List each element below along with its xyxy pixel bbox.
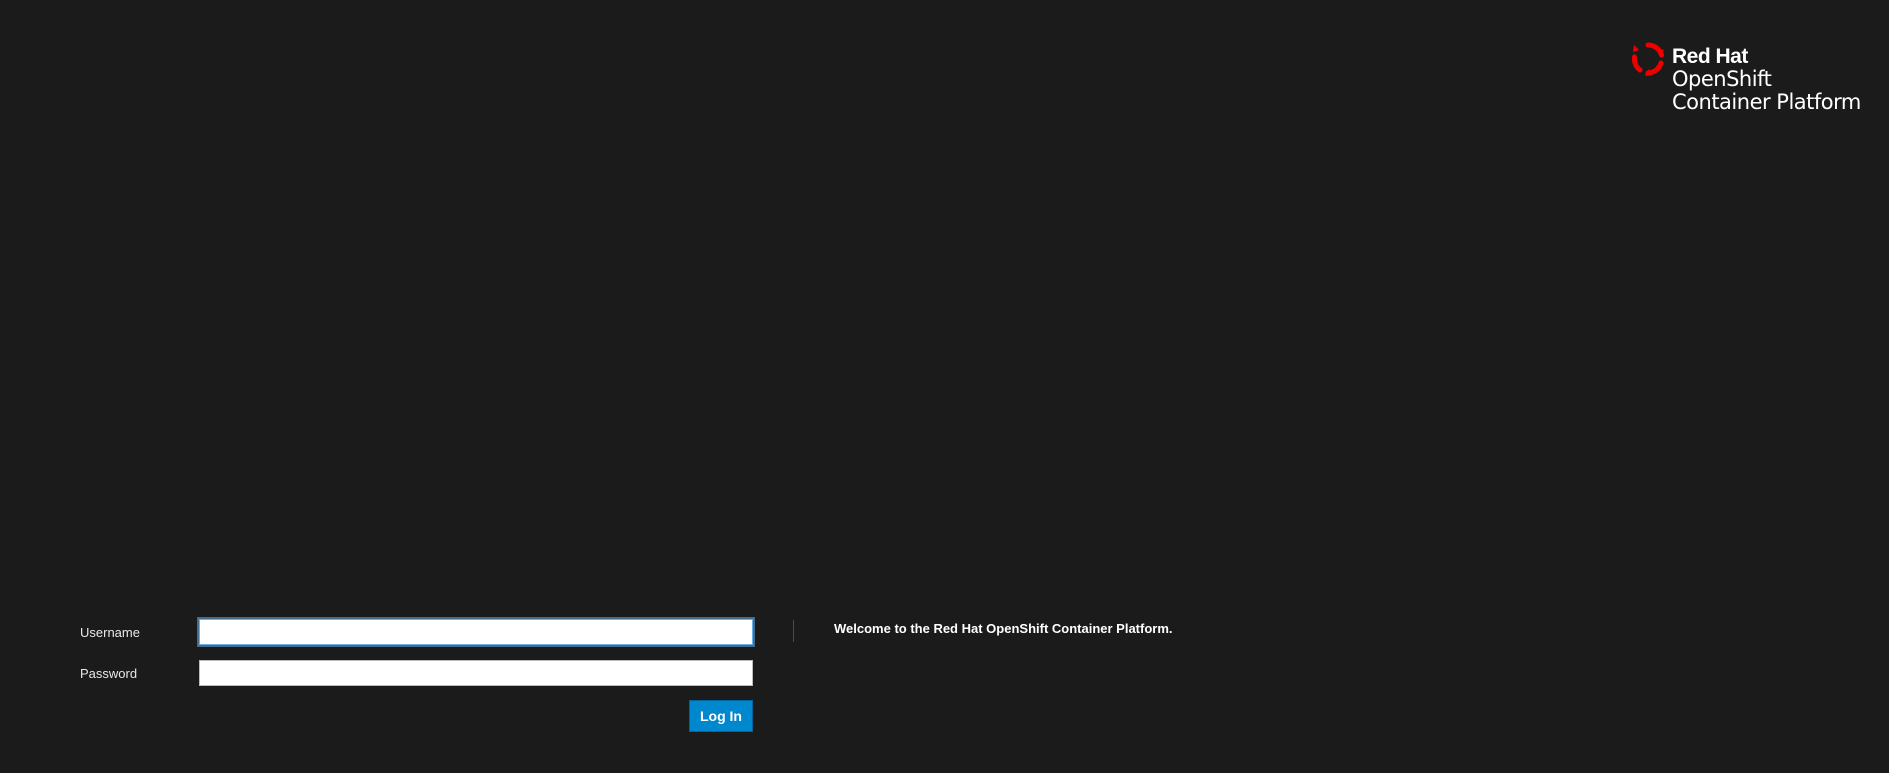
welcome-message: Welcome to the Red Hat OpenShift Contain… <box>834 621 1173 636</box>
username-input[interactable] <box>199 619 753 645</box>
password-input[interactable] <box>199 660 753 686</box>
username-row: Username <box>80 618 753 646</box>
brand-product-text: OpenShift <box>1672 67 1772 91</box>
form-actions: Log In <box>80 700 753 732</box>
login-form: Username Password Log In <box>80 618 753 732</box>
login-button[interactable]: Log In <box>689 700 753 732</box>
password-label: Password <box>80 665 138 681</box>
username-label: Username <box>80 624 140 640</box>
brand-product-subtitle: Container Platform <box>1672 90 1861 114</box>
brand-logo: Red Hat OpenShift Container Platform <box>1630 40 1861 113</box>
vertical-divider <box>793 620 794 642</box>
password-row: Password <box>80 659 753 687</box>
redhat-logo-icon <box>1631 42 1664 76</box>
brand-redhat-text: Red Hat <box>1672 45 1748 68</box>
login-page: Red Hat OpenShift Container Platform Use… <box>0 0 1889 773</box>
brand-wordmark: Red Hat OpenShift Container Platform <box>1672 40 1861 113</box>
